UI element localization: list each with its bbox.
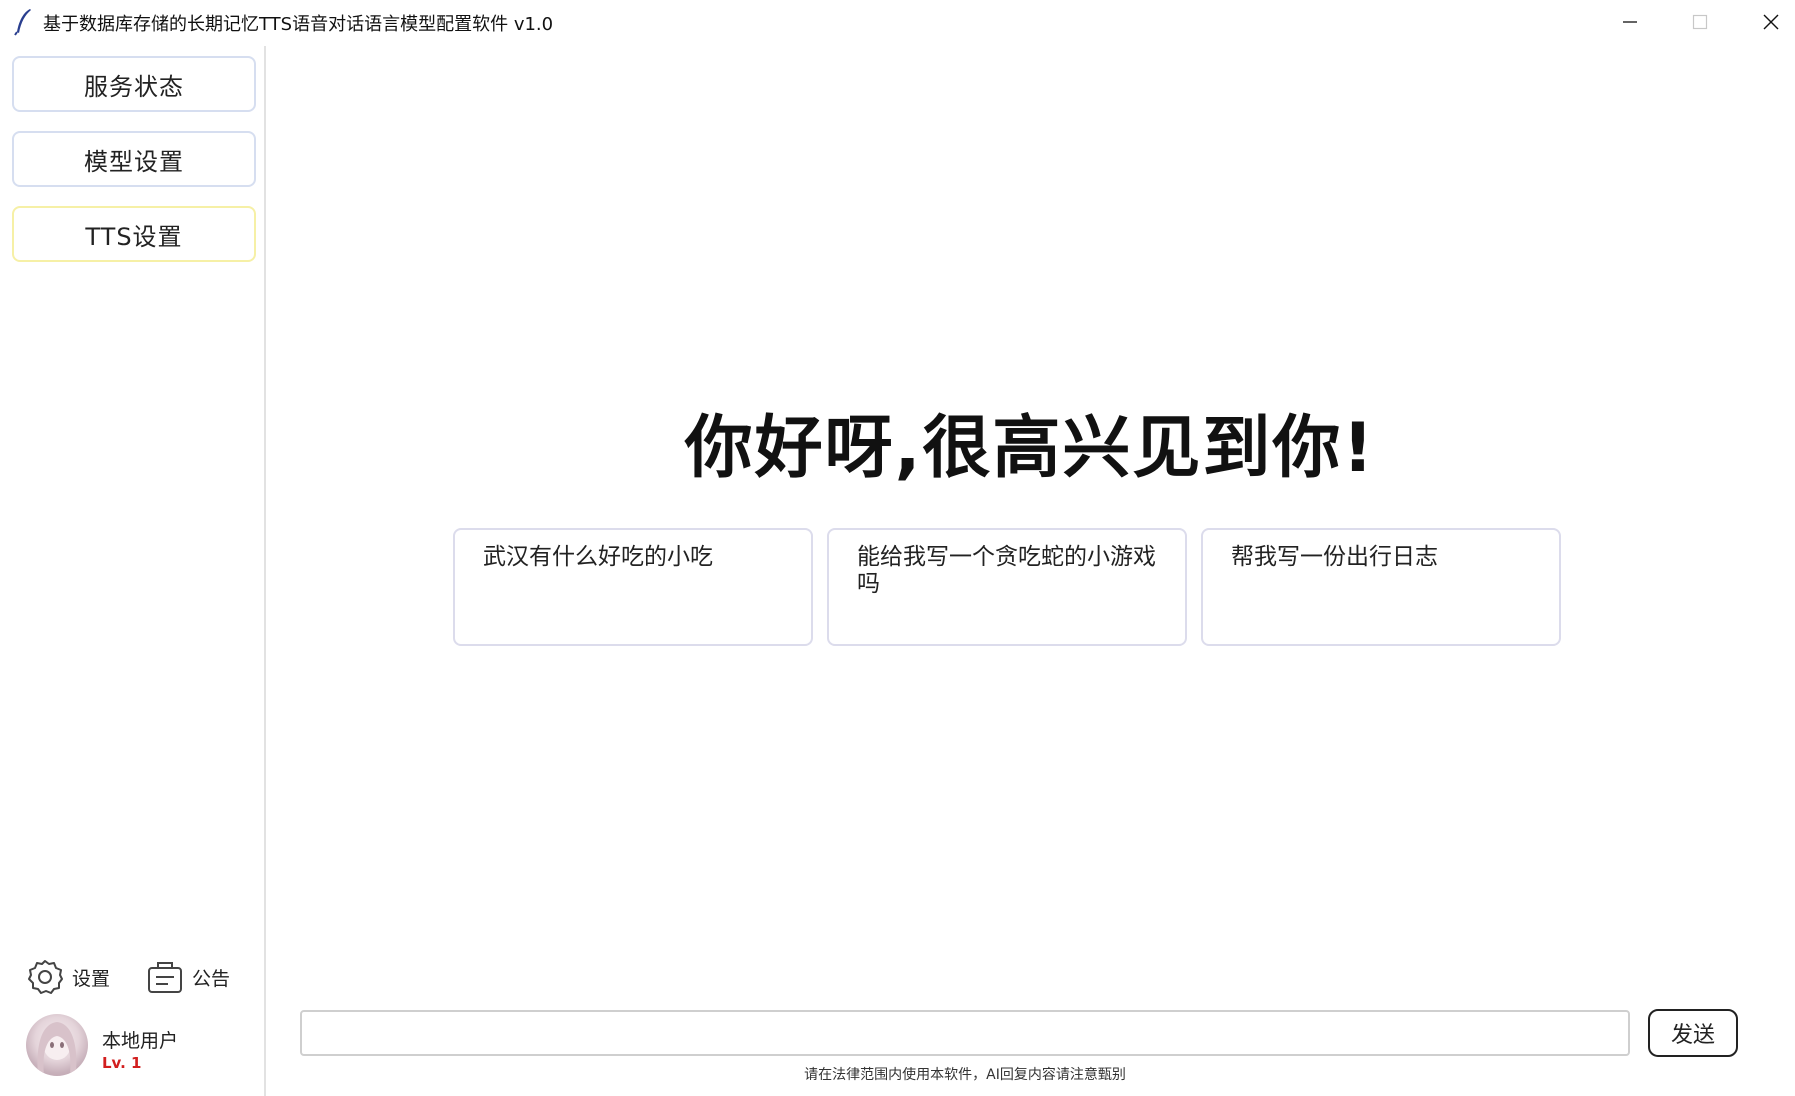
maximize-button[interactable] [1665,0,1735,44]
send-button[interactable]: 发送 [1648,1009,1738,1057]
announcement-button[interactable]: 公告 [146,958,230,996]
user-name: 本地用户 [102,1030,179,1052]
suggestion-card[interactable]: 能给我写一个贪吃蛇的小游戏吗 [827,528,1187,646]
user-profile[interactable]: 本地用户 Lv. 1 [26,1014,246,1078]
sidebar: 服务状态 模型设置 TTS设置 [0,46,266,1096]
nav-tts-settings-button[interactable]: TTS设置 [12,206,256,262]
disclaimer-text: 请在法律范围内使用本软件，AI回复内容请注意甄别 [804,1067,1126,1083]
chat-input[interactable] [300,1010,1630,1056]
announcement-icon [148,962,182,993]
greeting-heading: 你好呀,很高兴见到你! [684,409,1376,488]
minimize-button[interactable] [1595,0,1665,44]
maximize-icon [1692,14,1708,30]
nav-model-settings-button[interactable]: 模型设置 [12,131,256,187]
window-title: 基于数据库存储的长期记忆TTS语音对话语言模型配置软件 v1.0 [43,14,554,35]
user-level-badge: Lv. 1 [102,1054,142,1072]
gear-icon [28,960,63,994]
suggestion-card[interactable]: 帮我写一份出行日志 [1201,528,1561,646]
feather-icon [14,8,34,36]
settings-button[interactable]: 设置 [26,958,110,996]
close-button[interactable] [1736,0,1795,44]
minimize-icon [1623,21,1637,23]
announcement-label: 公告 [192,967,231,990]
title-bar: 基于数据库存储的长期记忆TTS语音对话语言模型配置软件 v1.0 [0,0,1795,44]
settings-label: 设置 [72,967,111,990]
close-icon [1763,14,1779,30]
suggestion-card[interactable]: 武汉有什么好吃的小吃 [453,528,813,646]
nav-service-status-button[interactable]: 服务状态 [12,56,256,112]
app-window: 基于数据库存储的长期记忆TTS语音对话语言模型配置软件 v1.0 服务状态 模型… [0,0,1795,1096]
avatar [26,1014,88,1076]
